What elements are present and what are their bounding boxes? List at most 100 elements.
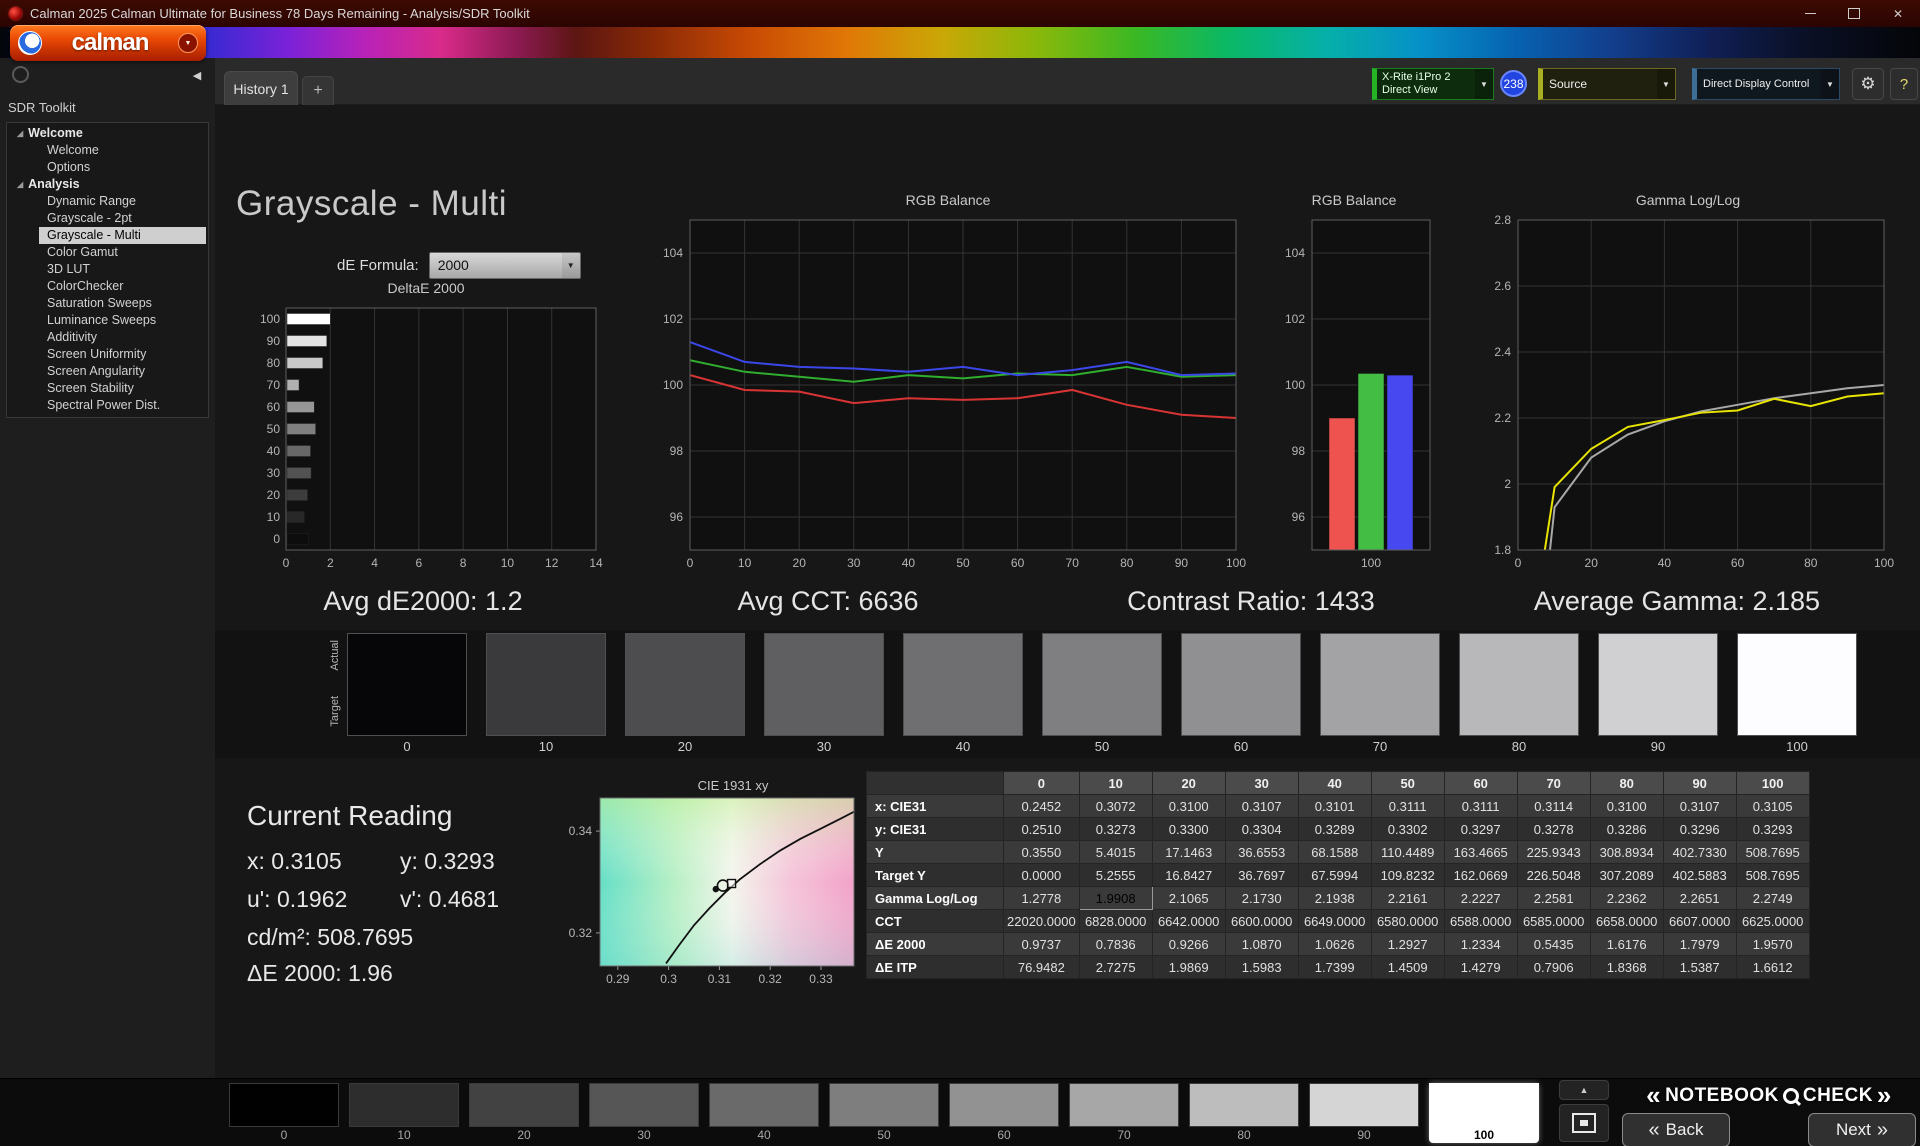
table-cell[interactable]: 0.3297 [1444,818,1517,841]
table-cell[interactable]: 6642.0000 [1152,910,1225,933]
table-cell[interactable]: 0.3107 [1225,795,1298,818]
table-cell[interactable]: 36.6553 [1225,841,1298,864]
meter-dropdown[interactable]: X-Rite i1Pro 2 Direct View ▼ [1372,68,1494,100]
table-cell[interactable]: 1.4509 [1371,956,1444,979]
sidebar-item-screen-uniformity[interactable]: Screen Uniformity [39,346,208,363]
table-cell[interactable]: 6585.0000 [1517,910,1590,933]
table-cell[interactable]: 0.3293 [1736,818,1809,841]
sidebar-item-screen-stability[interactable]: Screen Stability [39,380,208,397]
table-cell[interactable]: 0.7906 [1517,956,1590,979]
table-cell[interactable]: 2.1938 [1298,887,1371,910]
table-cell[interactable]: 6658.0000 [1590,910,1663,933]
sidebar-item-additivity[interactable]: Additivity [39,329,208,346]
table-cell[interactable]: 5.2555 [1079,864,1152,887]
table-cell[interactable]: 0.3304 [1225,818,1298,841]
maximize-button[interactable] [1832,0,1876,27]
table-cell[interactable]: 5.4015 [1079,841,1152,864]
table-cell[interactable]: 162.0669 [1444,864,1517,887]
sidebar-item-options[interactable]: Options [39,159,208,176]
sidebar-item-spectral-power-dist[interactable]: Spectral Power Dist. [39,397,208,414]
table-cell[interactable]: 1.9570 [1736,933,1809,956]
table-cell[interactable]: 6828.0000 [1079,910,1152,933]
table-cell[interactable]: 1.8368 [1590,956,1663,979]
display-control-dropdown[interactable]: Direct Display Control ▼ [1692,68,1840,100]
pattern-window-button[interactable] [1559,1104,1609,1142]
sidebar-item-saturation-sweeps[interactable]: Saturation Sweeps [39,295,208,312]
table-cell[interactable]: 402.7330 [1663,841,1736,864]
table-cell[interactable]: 16.8427 [1152,864,1225,887]
pattern-level-button-60[interactable]: 60 [949,1083,1059,1143]
sidebar-item-dynamic-range[interactable]: Dynamic Range [39,193,208,210]
table-cell[interactable]: 0.3289 [1298,818,1371,841]
table-cell[interactable]: 225.9343 [1517,841,1590,864]
table-cell[interactable]: 1.0626 [1298,933,1371,956]
add-tab-button[interactable]: + [302,76,334,105]
source-dropdown[interactable]: Source ▼ [1538,68,1676,100]
pattern-level-button-70[interactable]: 70 [1069,1083,1179,1143]
tree-group-analysis[interactable]: ◢Analysis [7,176,208,193]
sidebar-item-luminance-sweeps[interactable]: Luminance Sweeps [39,312,208,329]
table-cell[interactable]: 1.2334 [1444,933,1517,956]
table-cell[interactable]: 17.1463 [1152,841,1225,864]
sidebar-item-grayscale-multi[interactable]: Grayscale - Multi [39,227,206,244]
table-cell[interactable]: 110.4489 [1371,841,1444,864]
table-cell[interactable]: 0.3111 [1444,795,1517,818]
scroll-up-button[interactable]: ▲ [1559,1080,1609,1100]
table-cell[interactable]: 0.9737 [1004,933,1080,956]
table-cell[interactable]: 402.5883 [1663,864,1736,887]
table-cell[interactable]: 308.8934 [1590,841,1663,864]
table-cell[interactable]: 1.7399 [1298,956,1371,979]
table-cell[interactable]: 1.6612 [1736,956,1809,979]
table-cell[interactable]: 0.3302 [1371,818,1444,841]
table-cell[interactable]: 0.3072 [1079,795,1152,818]
pattern-level-button-80[interactable]: 80 [1189,1083,1299,1143]
pattern-level-button-30[interactable]: 30 [589,1083,699,1143]
table-cell[interactable]: 0.3107 [1663,795,1736,818]
table-cell[interactable]: 508.7695 [1736,864,1809,887]
table-cell[interactable]: 2.2161 [1371,887,1444,910]
sidebar-item-grayscale-2pt[interactable]: Grayscale - 2pt [39,210,208,227]
pattern-level-button-40[interactable]: 40 [709,1083,819,1143]
pattern-level-button-100[interactable]: 100 [1429,1083,1539,1143]
next-button[interactable]: Next » [1808,1113,1916,1146]
table-cell[interactable]: 2.7275 [1079,956,1152,979]
table-cell[interactable]: 2.2362 [1590,887,1663,910]
table-cell[interactable]: 6600.0000 [1225,910,1298,933]
table-cell[interactable]: 0.3296 [1663,818,1736,841]
pattern-level-button-20[interactable]: 20 [469,1083,579,1143]
table-cell[interactable]: 2.2749 [1736,887,1809,910]
table-cell[interactable]: 0.3100 [1590,795,1663,818]
table-cell[interactable]: 1.0870 [1225,933,1298,956]
help-button[interactable]: ? [1890,68,1918,100]
table-cell[interactable]: 0.3278 [1517,818,1590,841]
table-cell[interactable]: 163.4665 [1444,841,1517,864]
pattern-level-button-50[interactable]: 50 [829,1083,939,1143]
table-cell[interactable]: 2.2581 [1517,887,1590,910]
sidebar-item-3d-lut[interactable]: 3D LUT [39,261,208,278]
table-cell[interactable]: 68.1588 [1298,841,1371,864]
table-cell[interactable]: 0.3101 [1298,795,1371,818]
pattern-level-button-0[interactable]: 0 [229,1083,339,1143]
table-cell[interactable]: 0.5435 [1517,933,1590,956]
close-button[interactable]: ✕ [1876,0,1920,27]
table-cell[interactable]: 1.7979 [1663,933,1736,956]
table-cell[interactable]: 1.9908 [1079,887,1152,910]
table-cell[interactable]: 0.9266 [1152,933,1225,956]
table-cell[interactable]: 2.1065 [1152,887,1225,910]
table-cell[interactable]: 109.8232 [1371,864,1444,887]
table-cell[interactable]: 22020.0000 [1004,910,1080,933]
pattern-level-button-90[interactable]: 90 [1309,1083,1419,1143]
table-cell[interactable]: 67.5994 [1298,864,1371,887]
table-cell[interactable]: 76.9482 [1004,956,1080,979]
table-cell[interactable]: 226.5048 [1517,864,1590,887]
table-cell[interactable]: 6580.0000 [1371,910,1444,933]
table-cell[interactable]: 0.3100 [1152,795,1225,818]
table-cell[interactable]: 2.2227 [1444,887,1517,910]
table-cell[interactable]: 508.7695 [1736,841,1809,864]
table-cell[interactable]: 1.2927 [1371,933,1444,956]
table-cell[interactable]: 6625.0000 [1736,910,1809,933]
table-cell[interactable]: 2.1730 [1225,887,1298,910]
table-cell[interactable]: 0.0000 [1004,864,1080,887]
table-cell[interactable]: 0.3105 [1736,795,1809,818]
sidebar-item-color-gamut[interactable]: Color Gamut [39,244,208,261]
